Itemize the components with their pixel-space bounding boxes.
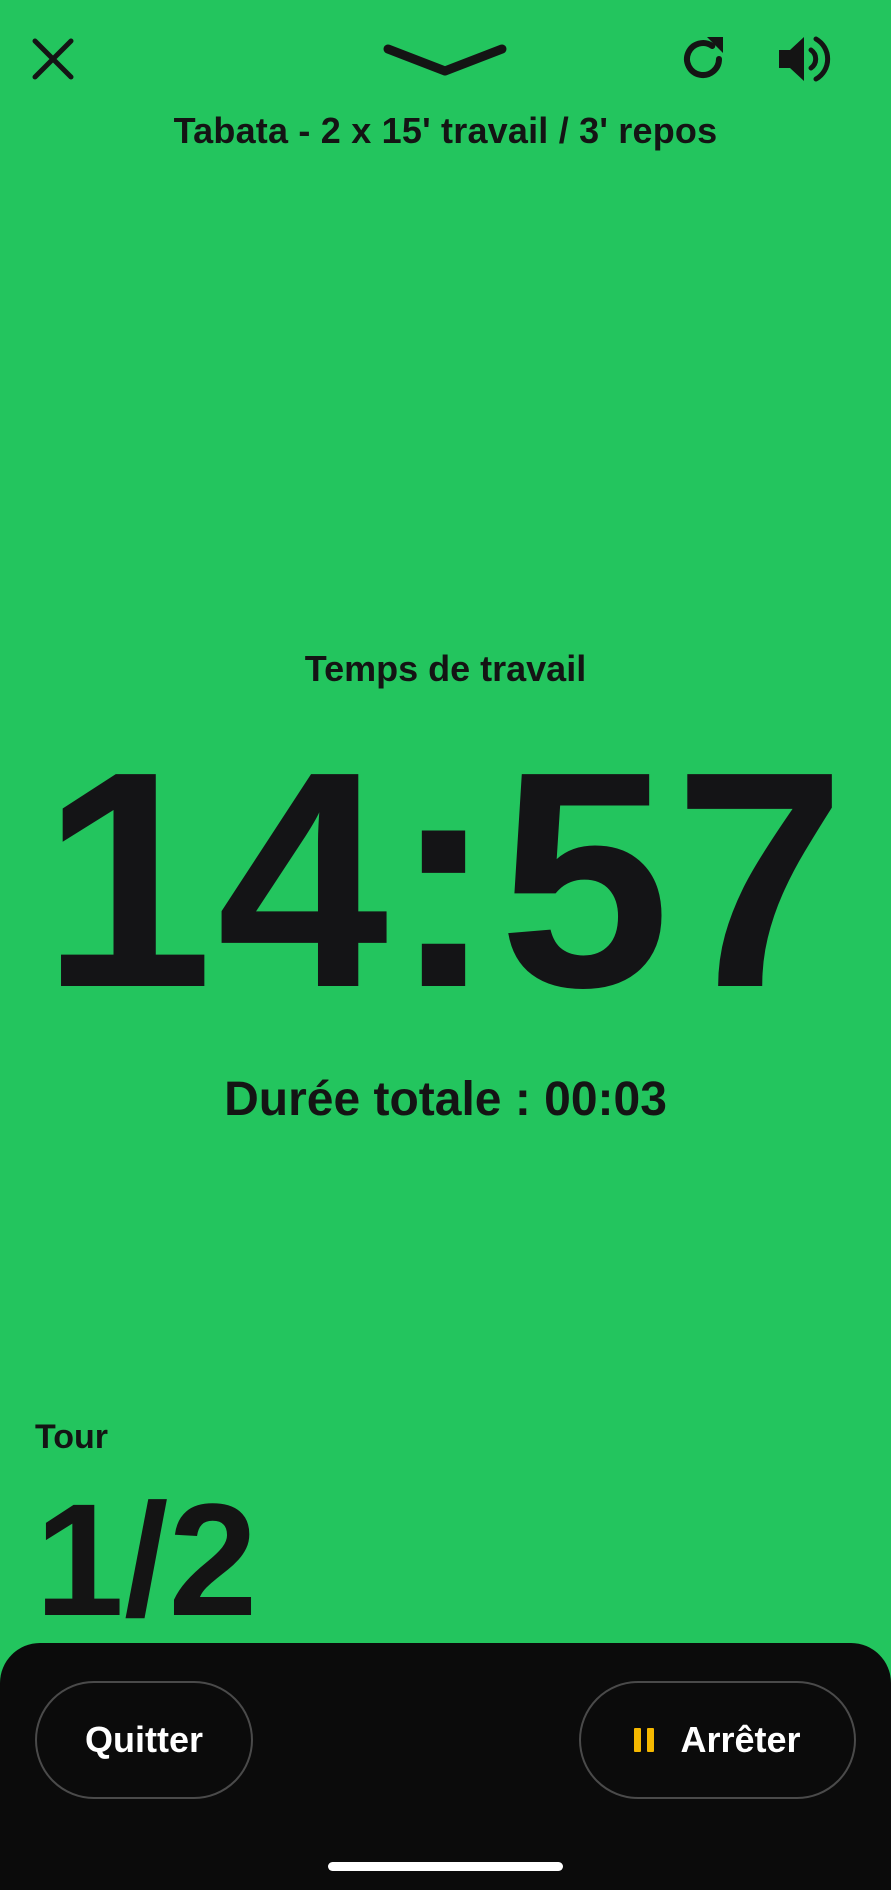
bottom-control-panel: Quitter Arrêter — [0, 1643, 891, 1890]
home-indicator[interactable] — [328, 1862, 563, 1871]
refresh-icon — [684, 37, 723, 78]
countdown-timer: 14:57 — [41, 708, 850, 1052]
stop-button[interactable]: Arrêter — [579, 1681, 856, 1799]
collapse-button[interactable] — [380, 36, 510, 86]
quit-button[interactable]: Quitter — [35, 1681, 253, 1799]
quit-button-label: Quitter — [84, 1719, 203, 1760]
restart-button[interactable] — [672, 28, 734, 90]
stop-button-label: Arrêter — [680, 1719, 801, 1760]
timer-screen: Tabata - 2 x 15' travail / 3' repos Temp… — [0, 0, 891, 1890]
round-label: Tour — [35, 1418, 109, 1456]
phase-label: Temps de travail — [304, 648, 587, 689]
chevron-down-icon — [383, 44, 507, 76]
volume-icon — [779, 36, 831, 82]
close-button[interactable] — [22, 28, 84, 90]
workout-title: Tabata - 2 x 15' travail / 3' repos — [173, 110, 718, 151]
sound-button[interactable] — [772, 28, 838, 90]
total-duration: Durée totale : 00:03 — [224, 1073, 667, 1126]
close-icon — [32, 38, 74, 80]
round-counter: 1/2 — [35, 1470, 258, 1649]
pause-icon — [634, 1728, 655, 1752]
